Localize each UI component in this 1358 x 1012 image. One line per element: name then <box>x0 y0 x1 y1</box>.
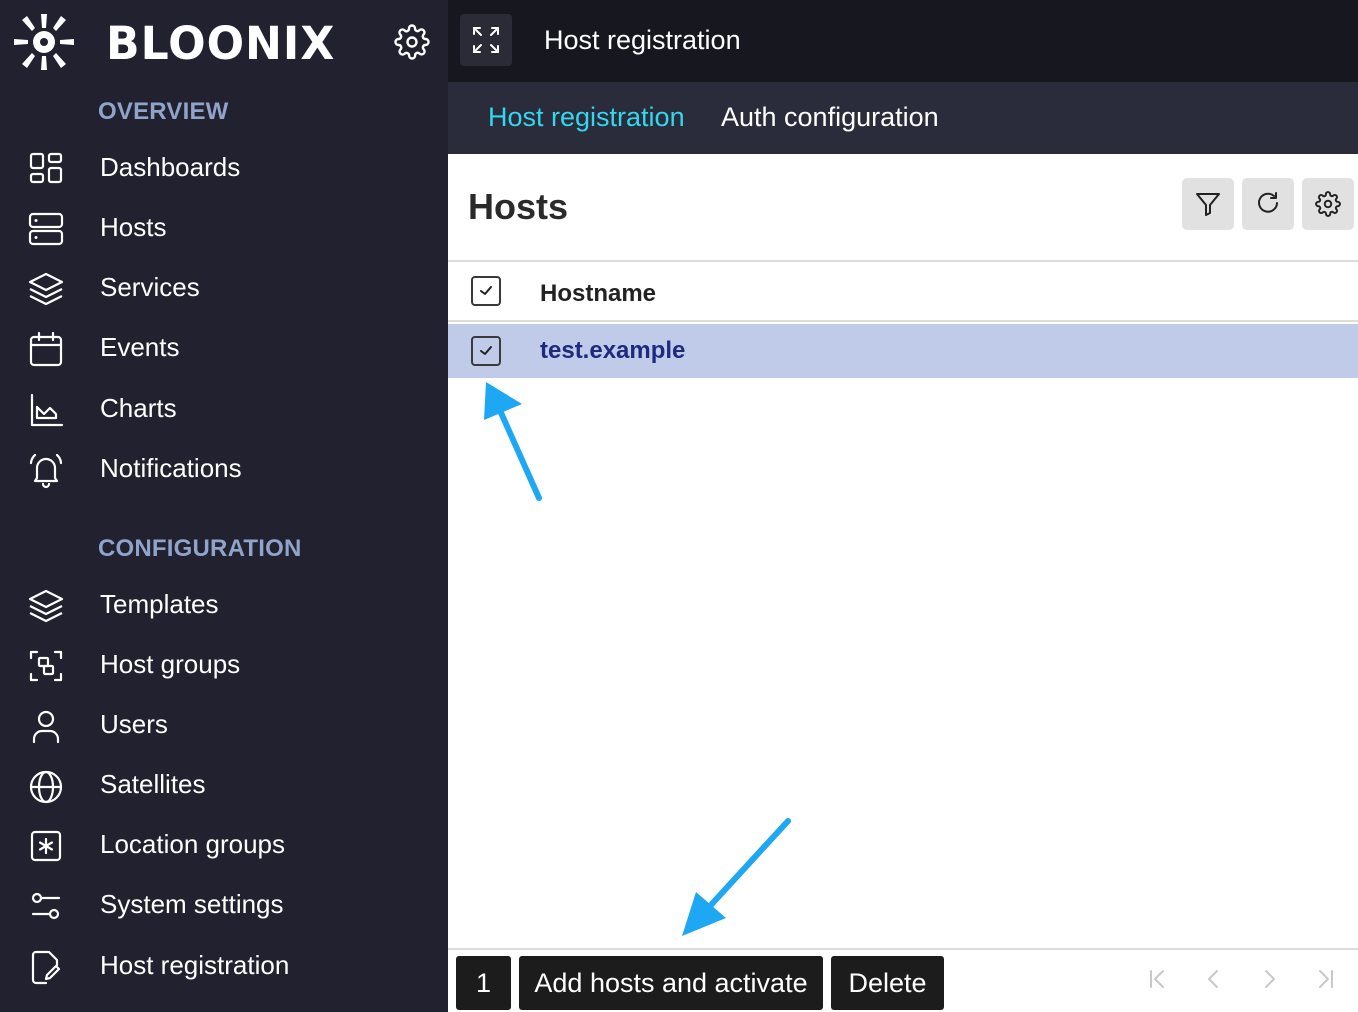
sidebar-item-label: System settings <box>100 889 284 919</box>
dashboard-icon <box>29 152 63 184</box>
sidebar-item-label: Location groups <box>100 829 286 859</box>
sidebar-item-templates[interactable]: Templates <box>0 577 448 633</box>
sidebar-item-label: Notifications <box>100 453 242 483</box>
sidebar-item-label: Satellites <box>100 769 206 799</box>
filter-icon <box>1196 193 1220 216</box>
hostname-cell: test.example <box>540 337 686 364</box>
edit-document-icon <box>31 950 61 985</box>
bell-icon <box>29 453 63 489</box>
sidebar-item-satellites[interactable]: Satellites <box>0 757 448 813</box>
group-icon <box>29 650 63 682</box>
sidebar-item-dashboards[interactable]: Dashboards <box>0 140 448 196</box>
next-page-icon[interactable] <box>1256 966 1282 992</box>
last-page-icon[interactable] <box>1312 966 1338 992</box>
sidebar-item-label: Templates <box>100 589 219 619</box>
sidebar: BLOONIX OVERVIEW Dashboards Hosts Servic… <box>0 0 448 1012</box>
section-title-overview: OVERVIEW <box>98 98 229 125</box>
gear-icon <box>1315 191 1341 217</box>
page-header-title: Host registration <box>544 25 741 55</box>
top-bar: Host registration <box>448 0 1358 82</box>
gear-icon[interactable] <box>394 24 430 60</box>
column-header-hostname[interactable]: Hostname <box>540 280 656 308</box>
asterisk-box-icon <box>30 830 62 862</box>
select-all-checkbox[interactable] <box>471 276 501 306</box>
tab-host-registration[interactable]: Host registration <box>488 102 685 133</box>
tab-bar: Host registration Auth configuration <box>448 82 1358 154</box>
layers-icon <box>28 589 64 623</box>
previous-page-icon[interactable] <box>1201 966 1227 992</box>
sidebar-item-label: Users <box>100 709 168 739</box>
sidebar-item-notifications[interactable]: Notifications <box>0 441 448 497</box>
main-content: Hosts Hostname test.example 1 Add hosts … <box>448 154 1358 1012</box>
row-checkbox[interactable] <box>471 336 501 366</box>
server-icon <box>28 212 64 246</box>
check-icon <box>480 286 492 295</box>
check-icon <box>480 346 492 355</box>
sidebar-item-label: Events <box>100 332 180 362</box>
bloonix-logo-icon[interactable] <box>12 12 76 72</box>
table-settings-button[interactable] <box>1302 178 1354 230</box>
sidebar-item-label: Services <box>100 272 200 302</box>
sidebar-item-events[interactable]: Events <box>0 320 448 376</box>
delete-button[interactable]: Delete <box>831 956 944 1010</box>
sidebar-item-system-settings[interactable]: System settings <box>0 877 448 933</box>
sidebar-item-host-groups[interactable]: Host groups <box>0 637 448 693</box>
sidebar-item-hosts[interactable]: Hosts <box>0 200 448 256</box>
chart-icon <box>30 393 64 427</box>
fullscreen-button[interactable] <box>460 14 512 66</box>
sidebar-item-label: Hosts <box>100 212 167 242</box>
selected-count-badge: 1 <box>456 956 511 1010</box>
sidebar-item-host-registration[interactable]: Host registration <box>0 938 448 994</box>
expand-icon <box>473 27 499 53</box>
layers-icon <box>28 272 64 306</box>
sidebar-item-charts[interactable]: Charts <box>0 381 448 437</box>
refresh-icon <box>1258 192 1278 213</box>
filter-button[interactable] <box>1182 178 1234 230</box>
sidebar-item-label: Charts <box>100 393 177 423</box>
add-hosts-and-activate-button[interactable]: Add hosts and activate <box>519 956 823 1010</box>
sidebar-item-label: Host groups <box>100 649 241 679</box>
user-icon <box>32 710 60 744</box>
sidebar-item-users[interactable]: Users <box>0 697 448 753</box>
table-row[interactable]: test.example <box>448 324 1358 378</box>
annotation-arrow <box>682 818 791 936</box>
annotation-arrow <box>484 382 542 501</box>
first-page-icon[interactable] <box>1145 966 1171 992</box>
sidebar-item-location-groups[interactable]: Location groups <box>0 817 448 873</box>
sidebar-item-label: Dashboards <box>100 152 241 182</box>
brand: BLOONIX <box>0 0 448 82</box>
brand-name: BLOONIX <box>106 17 336 70</box>
section-title-configuration: CONFIGURATION <box>98 535 302 562</box>
globe-icon <box>29 770 63 804</box>
sliders-icon <box>31 892 61 920</box>
calendar-icon <box>29 331 63 367</box>
table-footer: 1 Add hosts and activate Delete <box>448 948 1358 1012</box>
table-header: Hostname <box>448 260 1358 322</box>
tab-auth-configuration[interactable]: Auth configuration <box>721 102 939 133</box>
sidebar-item-label: Host registration <box>100 950 290 980</box>
refresh-button[interactable] <box>1242 178 1294 230</box>
page-title: Hosts <box>468 186 569 227</box>
sidebar-item-services[interactable]: Services <box>0 260 448 316</box>
